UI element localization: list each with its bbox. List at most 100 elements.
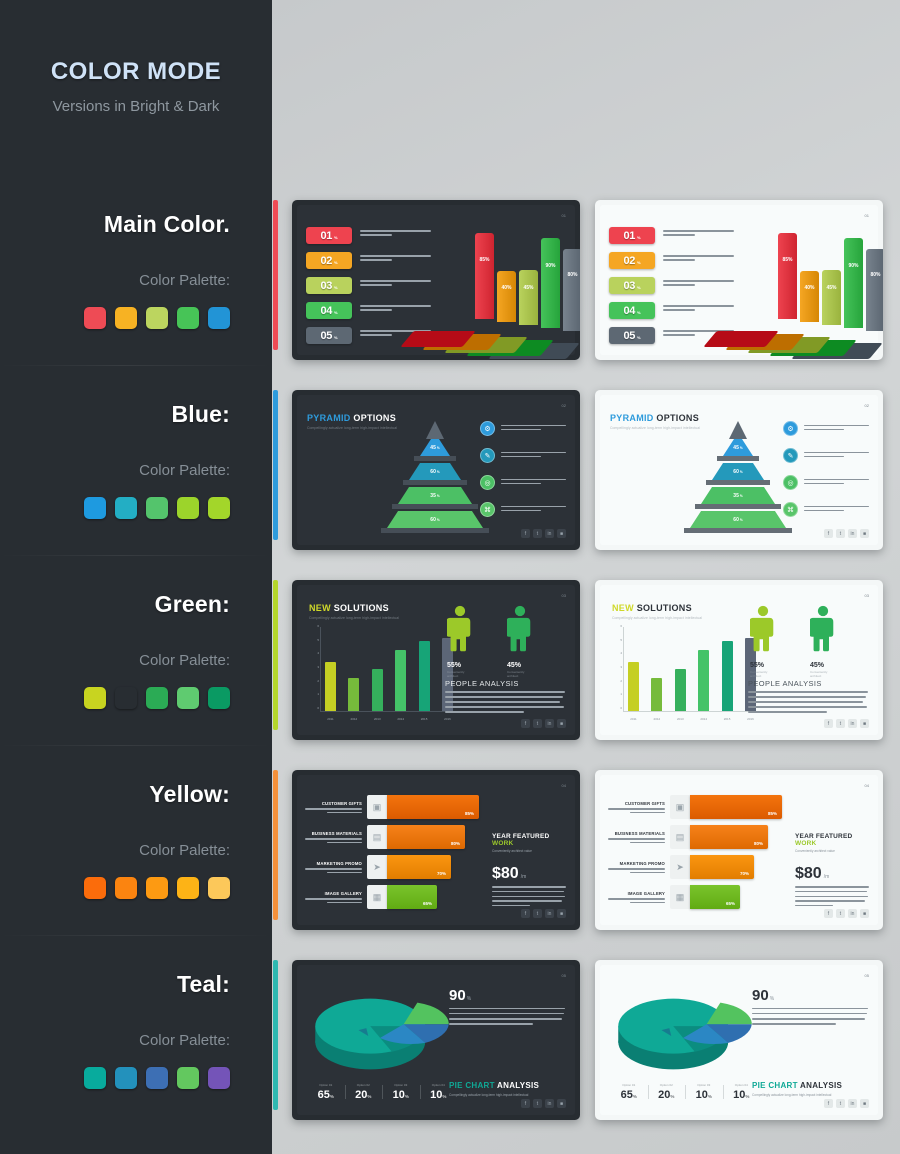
hbar-label-1: CUSTOMER GIFTS bbox=[305, 801, 367, 813]
swatch-2-4[interactable] bbox=[177, 497, 199, 519]
slide-pie-dark[interactable]: 05 90% PIE CHART ANALYSIS Compellingly a… bbox=[292, 960, 580, 1120]
social-icon-1[interactable]: f bbox=[824, 529, 833, 538]
slide-pyramid-light[interactable]: 02 PYRAMID OPTIONS Compellingly actualiz… bbox=[595, 390, 883, 550]
hbar-value-1: 85% bbox=[464, 811, 474, 816]
social-icon-row[interactable]: f t in ■ bbox=[824, 1099, 869, 1108]
swatch-1-1[interactable] bbox=[84, 307, 106, 329]
social-icon-1[interactable]: f bbox=[521, 719, 530, 728]
column-2 bbox=[348, 678, 360, 711]
social-icon-3[interactable]: in bbox=[848, 1099, 857, 1108]
person-caption-1: Conveniently architect bbox=[750, 670, 768, 678]
legend-chip-01: 01% bbox=[609, 227, 655, 244]
social-icon-4[interactable]: ■ bbox=[557, 719, 566, 728]
social-icon-4[interactable]: ■ bbox=[860, 529, 869, 538]
social-icon-3[interactable]: in bbox=[545, 1099, 554, 1108]
social-icon-3[interactable]: in bbox=[848, 529, 857, 538]
social-icon-1[interactable]: f bbox=[824, 719, 833, 728]
social-icon-1[interactable]: f bbox=[824, 1099, 833, 1108]
slide-columns-dark[interactable]: 03 NEW SOLUTIONS Compellingly actualize … bbox=[292, 580, 580, 740]
slide-columns-light[interactable]: 03 NEW SOLUTIONS Compellingly actualize … bbox=[595, 580, 883, 740]
slide-hbars-light[interactable]: 04 CUSTOMER GIFTS ▣ 85% BUSINESS MATERIA… bbox=[595, 770, 883, 930]
swatch-4-2[interactable] bbox=[115, 877, 137, 899]
social-icon-2[interactable]: t bbox=[533, 529, 542, 538]
column-5 bbox=[721, 640, 733, 711]
social-icon-4[interactable]: ■ bbox=[557, 1099, 566, 1108]
social-icon-1[interactable]: f bbox=[521, 909, 530, 918]
slide-row-1: 01 01% 02% 03% 04% 05 % 85% 40% 45% 90% … bbox=[292, 190, 900, 380]
legend-chip-02: 02% bbox=[306, 252, 352, 269]
social-icon-2[interactable]: t bbox=[836, 1099, 845, 1108]
swatch-3-1[interactable] bbox=[84, 687, 106, 709]
pie-stat-key-2: Option 02 bbox=[356, 1083, 370, 1087]
social-icon-3[interactable]: in bbox=[848, 719, 857, 728]
bar-3: 45% bbox=[822, 269, 841, 325]
swatch-list bbox=[0, 307, 230, 329]
social-icon-3[interactable]: in bbox=[545, 719, 554, 728]
social-icon-3[interactable]: in bbox=[545, 529, 554, 538]
slide-bar-3d-light[interactable]: 01 01% 02% 03% 04% 05 % 85% 40% 45% 90% … bbox=[595, 200, 883, 360]
y-tick-1: 0 bbox=[317, 706, 319, 710]
swatch-1-4[interactable] bbox=[177, 307, 199, 329]
social-icon-4[interactable]: ■ bbox=[557, 909, 566, 918]
hbar-label-4: IMAGE GALLERY bbox=[305, 891, 367, 903]
social-icon-row[interactable]: f t in ■ bbox=[521, 719, 566, 728]
swatch-5-5[interactable] bbox=[208, 1067, 230, 1089]
social-icon-row[interactable]: f t in ■ bbox=[824, 909, 869, 918]
social-icon-row[interactable]: f t in ■ bbox=[824, 719, 869, 728]
swatch-2-5[interactable] bbox=[208, 497, 230, 519]
swatch-5-1[interactable] bbox=[84, 1067, 106, 1089]
swatch-3-3[interactable] bbox=[146, 687, 168, 709]
slide-pyramid-dark[interactable]: 02 PYRAMID OPTIONS Compellingly actualiz… bbox=[292, 390, 580, 550]
swatch-1-3[interactable] bbox=[146, 307, 168, 329]
y-tick-4: 3 bbox=[620, 665, 622, 669]
swatch-2-1[interactable] bbox=[84, 497, 106, 519]
x-tick-2: 2012 bbox=[350, 717, 358, 721]
social-icon-2[interactable]: t bbox=[836, 719, 845, 728]
swatch-1-2[interactable] bbox=[115, 307, 137, 329]
slide-subtitle: Compellingly actualize long-term high-im… bbox=[309, 616, 400, 620]
slide-hbars-dark[interactable]: 04 CUSTOMER GIFTS ▣ 85% BUSINESS MATERIA… bbox=[292, 770, 580, 930]
year-title-main: YEAR FEATURED bbox=[492, 833, 550, 840]
swatch-4-1[interactable] bbox=[84, 877, 106, 899]
social-icon-4[interactable]: ■ bbox=[557, 529, 566, 538]
social-icon-4[interactable]: ■ bbox=[860, 719, 869, 728]
social-icon-2[interactable]: t bbox=[836, 529, 845, 538]
color-row-title: Yellow: bbox=[149, 781, 230, 807]
slide-row-4: 04 CUSTOMER GIFTS ▣ 85% BUSINESS MATERIA… bbox=[292, 760, 900, 950]
social-icon-4[interactable]: ■ bbox=[860, 1099, 869, 1108]
swatch-1-5[interactable] bbox=[208, 307, 230, 329]
social-icon-2[interactable]: t bbox=[533, 1099, 542, 1108]
social-icon-row[interactable]: f t in ■ bbox=[521, 529, 566, 538]
social-icon-row[interactable]: f t in ■ bbox=[521, 909, 566, 918]
social-icon-1[interactable]: f bbox=[521, 529, 530, 538]
swatch-5-4[interactable] bbox=[177, 1067, 199, 1089]
y-tick-1: 0 bbox=[620, 706, 622, 710]
slide-pie-light[interactable]: 05 90% PIE CHART ANALYSIS Compellingly a… bbox=[595, 960, 883, 1120]
legend-item: 04% bbox=[609, 302, 734, 319]
swatch-5-2[interactable] bbox=[115, 1067, 137, 1089]
social-icon-3[interactable]: in bbox=[848, 909, 857, 918]
swatch-3-5[interactable] bbox=[208, 687, 230, 709]
swatch-2-3[interactable] bbox=[146, 497, 168, 519]
social-icon-2[interactable]: t bbox=[533, 719, 542, 728]
swatch-3-4[interactable] bbox=[177, 687, 199, 709]
social-icon-row[interactable]: f t in ■ bbox=[521, 1099, 566, 1108]
social-icon-1[interactable]: f bbox=[521, 1099, 530, 1108]
swatch-5-3[interactable] bbox=[146, 1067, 168, 1089]
social-icon-2[interactable]: t bbox=[533, 909, 542, 918]
slide-bar-3d-dark[interactable]: 01 01% 02% 03% 04% 05 % 85% 40% 45% 90% … bbox=[292, 200, 580, 360]
column-3 bbox=[371, 668, 383, 711]
swatch-2-2[interactable] bbox=[115, 497, 137, 519]
social-icon-3[interactable]: in bbox=[545, 909, 554, 918]
swatch-4-3[interactable] bbox=[146, 877, 168, 899]
social-icon-row[interactable]: f t in ■ bbox=[824, 529, 869, 538]
social-icon-2[interactable]: t bbox=[836, 909, 845, 918]
swatch-3-2[interactable] bbox=[115, 687, 137, 709]
hbar-list: CUSTOMER GIFTS ▣ 85% BUSINESS MATERIALS … bbox=[305, 795, 501, 915]
x-tick-4: 2014 bbox=[397, 717, 405, 721]
color-row-title: Main Color. bbox=[103, 211, 230, 237]
social-icon-1[interactable]: f bbox=[824, 909, 833, 918]
social-icon-4[interactable]: ■ bbox=[860, 909, 869, 918]
swatch-4-5[interactable] bbox=[208, 877, 230, 899]
swatch-4-4[interactable] bbox=[177, 877, 199, 899]
